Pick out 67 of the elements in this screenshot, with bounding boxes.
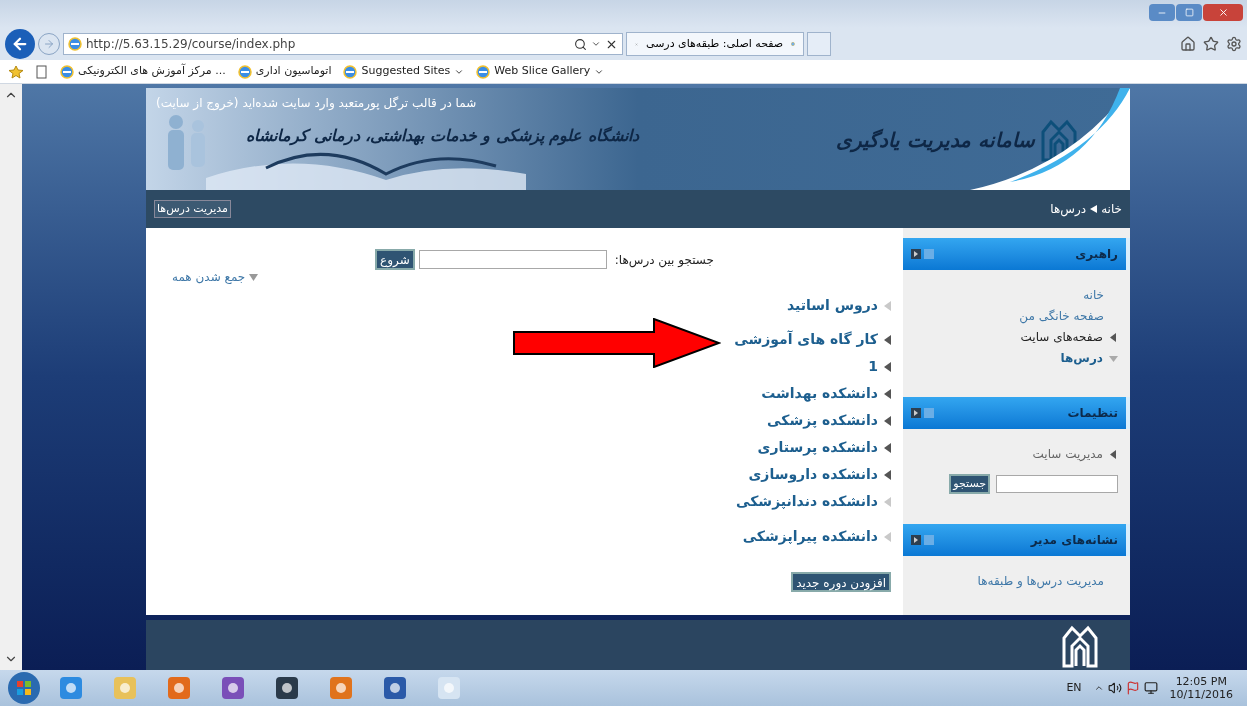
breadcrumb-link[interactable]: درس‌ها [1050, 200, 1087, 218]
block-title: تنظیمات [1067, 405, 1118, 422]
search-button[interactable]: شروع [375, 249, 415, 270]
collapse-all-link[interactable]: جمع شدن همه [172, 268, 259, 286]
category-link[interactable]: دانشکده داروسازی [748, 464, 878, 485]
category-link[interactable]: دانشکده دندانپزشکی [736, 491, 878, 512]
browser-tab[interactable]: صفحه اصلی: طبقه‌های درسی [626, 32, 804, 56]
category-link[interactable]: 1 [868, 356, 878, 377]
dropdown-icon[interactable] [591, 39, 601, 49]
globe-icon [237, 64, 252, 79]
nav-branch[interactable]: درس‌ها [1060, 349, 1103, 367]
breadcrumb-link[interactable]: خانه [1101, 200, 1122, 218]
separator-icon [1090, 205, 1098, 213]
add-course-button[interactable]: افزودن دوره جدید [791, 572, 891, 592]
search-label: جستجو بین درس‌ها: [614, 251, 714, 269]
favorites-star-icon[interactable] [8, 64, 24, 79]
globe-icon [476, 64, 491, 79]
category-link[interactable]: دانشکده پرستاری [757, 437, 878, 458]
favorites-link[interactable]: مرکز آموزش های الکترونیکی ... [60, 63, 226, 80]
nav-link[interactable]: خانه [915, 286, 1118, 304]
nav-branch[interactable]: مدیریت سایت [1032, 445, 1103, 463]
search-field[interactable] [418, 250, 607, 269]
page-icon[interactable] [36, 64, 48, 79]
speaker-icon[interactable] [1107, 681, 1122, 695]
language-indicator[interactable]: EN [1066, 679, 1082, 697]
address-bar[interactable]: http://5.63.15.29/course/index.php [63, 33, 623, 55]
forward-arrow-icon [43, 38, 55, 50]
settings-icon[interactable] [1226, 36, 1242, 52]
favorites-link[interactable]: Web Slice Gallery [476, 63, 605, 80]
category-link[interactable]: دانشکده پزشکی [767, 410, 878, 431]
home-icon[interactable] [1180, 36, 1196, 52]
search-icon[interactable] [574, 37, 587, 51]
block-title: راهبری [1075, 246, 1118, 263]
maximize-button[interactable] [1176, 4, 1202, 21]
collapse-caret-icon [249, 273, 259, 281]
close-button[interactable] [1203, 4, 1243, 21]
university-name: دانشگاه علوم پزشکی و خدمات بهداشتی، درمانی کرمانشاه [246, 125, 639, 148]
logo-icon [1060, 624, 1100, 668]
category-link[interactable]: دروس اساتید [786, 295, 878, 316]
start-button[interactable] [6, 671, 42, 705]
nav-branch[interactable]: صفحه‌های سایت [1020, 328, 1103, 346]
nav-link[interactable]: صفحه خانگی من [915, 307, 1118, 325]
favorites-link[interactable]: اتوماسیون اداری [237, 63, 332, 80]
globe-icon [68, 37, 82, 51]
nav-link[interactable]: مدیریت درس‌ها و طبقه‌ها [915, 572, 1118, 590]
close-icon [1217, 7, 1229, 18]
dock-icon[interactable] [911, 535, 921, 545]
system-name: سامانه مدیریت یادگیری [836, 127, 1035, 155]
dock-icon[interactable] [911, 249, 921, 259]
back-button[interactable] [5, 29, 35, 59]
search-button[interactable]: جستجو [949, 474, 990, 494]
clock[interactable]: 12:05 PM 10/11/2016 [1161, 675, 1241, 701]
category-link[interactable]: کار گاه های آموزشی [734, 329, 878, 350]
manage-courses-button[interactable]: مدیریت درس‌ها [154, 199, 231, 219]
category-link[interactable]: دانشکده بهداشت [761, 383, 878, 404]
block-title: نشانه‌های مدیر [1030, 532, 1118, 549]
star-icon[interactable] [1203, 36, 1219, 52]
network-icon[interactable] [1143, 681, 1158, 695]
maximize-icon [1184, 8, 1194, 17]
search-field[interactable] [996, 475, 1118, 493]
dock-icon[interactable] [911, 408, 921, 418]
tray-expand-icon[interactable] [1093, 683, 1104, 693]
login-notice: شما در قالب ترگل پورمتعبد وارد سایت شده‌اید [242, 96, 477, 110]
favorites-link[interactable]: Suggested Sites [343, 63, 465, 80]
category-link[interactable]: دانشکده پیراپزشکی [742, 526, 878, 547]
globe-icon [343, 64, 358, 79]
globe-icon [60, 64, 74, 79]
